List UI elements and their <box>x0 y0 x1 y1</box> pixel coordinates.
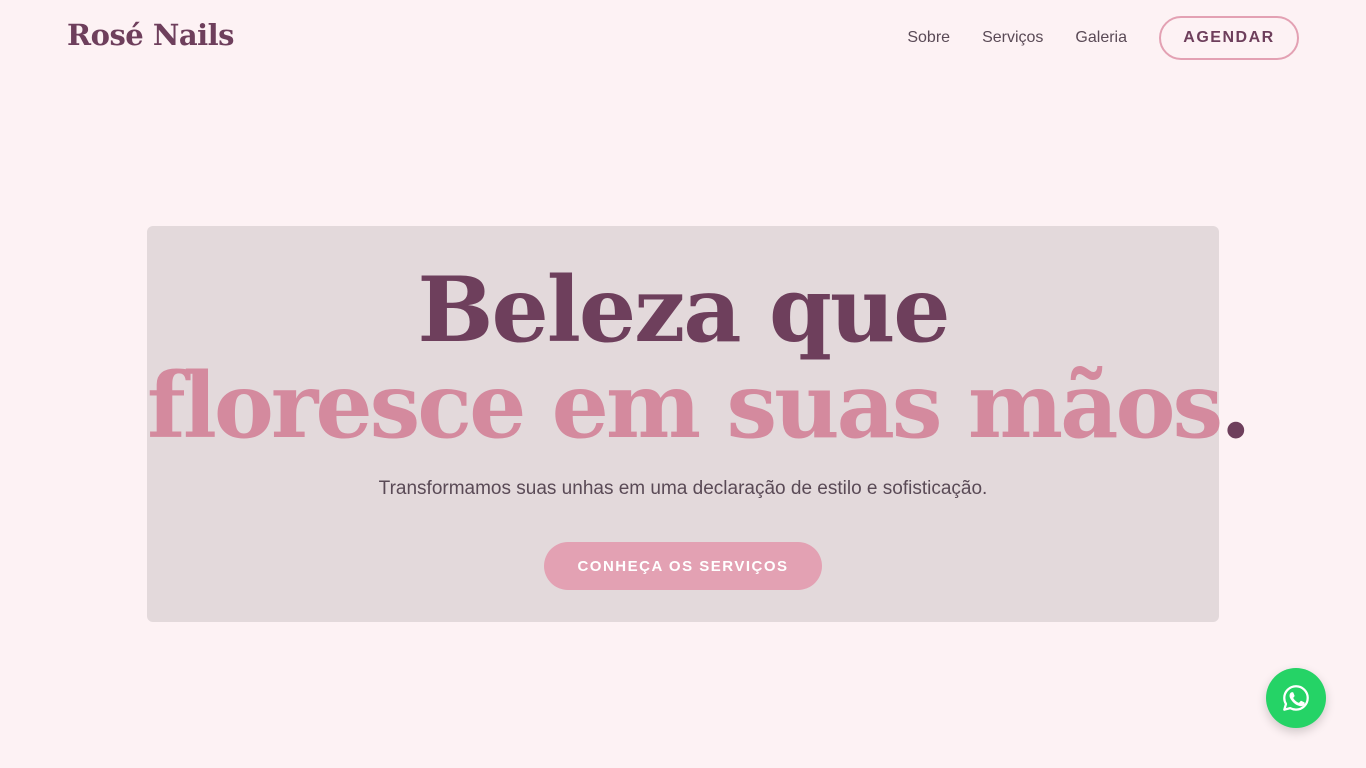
site-header: Rosé Nails Sobre Serviços Galeria AGENDA… <box>0 0 1366 78</box>
hero-title-line1: Beleza que <box>417 257 950 363</box>
hero-title-period: . <box>1220 353 1251 459</box>
nav-link-sobre[interactable]: Sobre <box>907 29 950 47</box>
agendar-button[interactable]: AGENDAR <box>1159 16 1299 60</box>
main-nav: Sobre Serviços Galeria AGENDAR <box>907 16 1299 60</box>
nav-link-galeria[interactable]: Galeria <box>1075 29 1127 47</box>
logo[interactable]: Rosé Nails <box>67 18 234 52</box>
conheca-servicos-button[interactable]: CONHEÇA OS SERVIÇOS <box>544 542 822 590</box>
page: Rosé Nails Sobre Serviços Galeria AGENDA… <box>0 0 1366 768</box>
whatsapp-button[interactable] <box>1266 668 1326 728</box>
hero-card: Beleza que floresce em suas mãos. Transf… <box>147 226 1252 622</box>
hero-title-highlight: floresce em suas mãos <box>147 353 1223 459</box>
hero-subtitle: Transformamos suas unhas em uma declaraç… <box>378 478 988 499</box>
hero-title-line2: floresce em suas mãos. <box>147 353 1252 459</box>
whatsapp-icon <box>1281 683 1311 713</box>
nav-link-servicos[interactable]: Serviços <box>982 29 1043 47</box>
